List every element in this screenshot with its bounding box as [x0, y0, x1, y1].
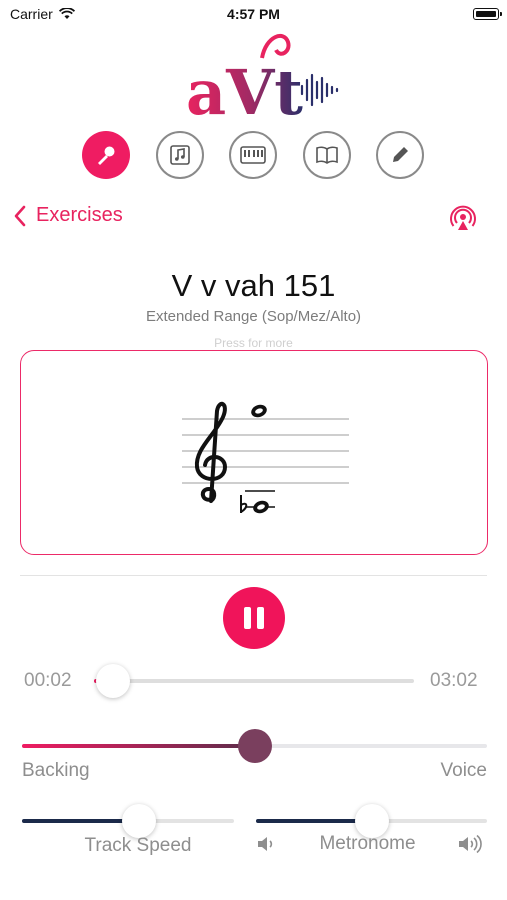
elapsed-time: 00:02	[24, 670, 72, 691]
voice-label: Voice	[440, 760, 487, 781]
progress-slider[interactable]	[94, 664, 414, 698]
airplay-icon[interactable]	[448, 204, 478, 234]
press-for-more-hint: Press for more	[214, 336, 293, 350]
battery-icon	[473, 8, 502, 20]
metronome-slider[interactable]	[256, 804, 487, 838]
track-speed-slider[interactable]	[22, 804, 234, 838]
svg-text:aVt: aVt	[186, 56, 303, 120]
volume-low-icon	[258, 837, 273, 851]
divider	[20, 575, 487, 576]
back-button[interactable]: Exercises	[14, 204, 123, 227]
pause-icon	[241, 607, 267, 629]
metronome-label: Metronome	[319, 833, 416, 854]
exercise-title: V v vah 151	[171, 268, 336, 303]
chevron-left-icon	[14, 205, 26, 226]
total-time: 03:02	[430, 670, 478, 691]
track-speed-thumb[interactable]	[121, 804, 156, 838]
tab-music[interactable]	[156, 131, 204, 179]
app-logo: aVt aVt	[186, 33, 339, 120]
pencil-icon	[393, 147, 408, 162]
tab-edit[interactable]	[376, 131, 424, 179]
tab-microphone[interactable]	[82, 131, 130, 179]
tab-keyboard[interactable]	[229, 131, 277, 179]
backing-voice-slider[interactable]	[22, 729, 487, 763]
mode-toolbar	[0, 131, 507, 183]
metronome-row: Metronome	[256, 833, 487, 855]
back-label: Exercises	[36, 204, 123, 226]
pause-button[interactable]	[223, 587, 285, 649]
status-time: 4:57 PM	[227, 6, 280, 22]
progress-slider-thumb[interactable]	[96, 664, 131, 698]
track-speed-label: Track Speed	[84, 835, 192, 856]
volume-high-icon	[458, 834, 482, 854]
mix-slider-thumb[interactable]	[237, 729, 272, 763]
book-icon	[316, 146, 338, 164]
microphone-icon	[98, 146, 115, 165]
score-card[interactable]	[20, 350, 488, 555]
tab-book[interactable]	[303, 131, 351, 179]
piano-keyboard-icon	[240, 146, 266, 164]
backing-label: Backing	[22, 760, 90, 781]
exercise-subtitle: Extended Range (Sop/Mez/Alto)	[145, 308, 362, 325]
music-note-icon	[170, 145, 190, 165]
music-staff	[182, 401, 349, 514]
